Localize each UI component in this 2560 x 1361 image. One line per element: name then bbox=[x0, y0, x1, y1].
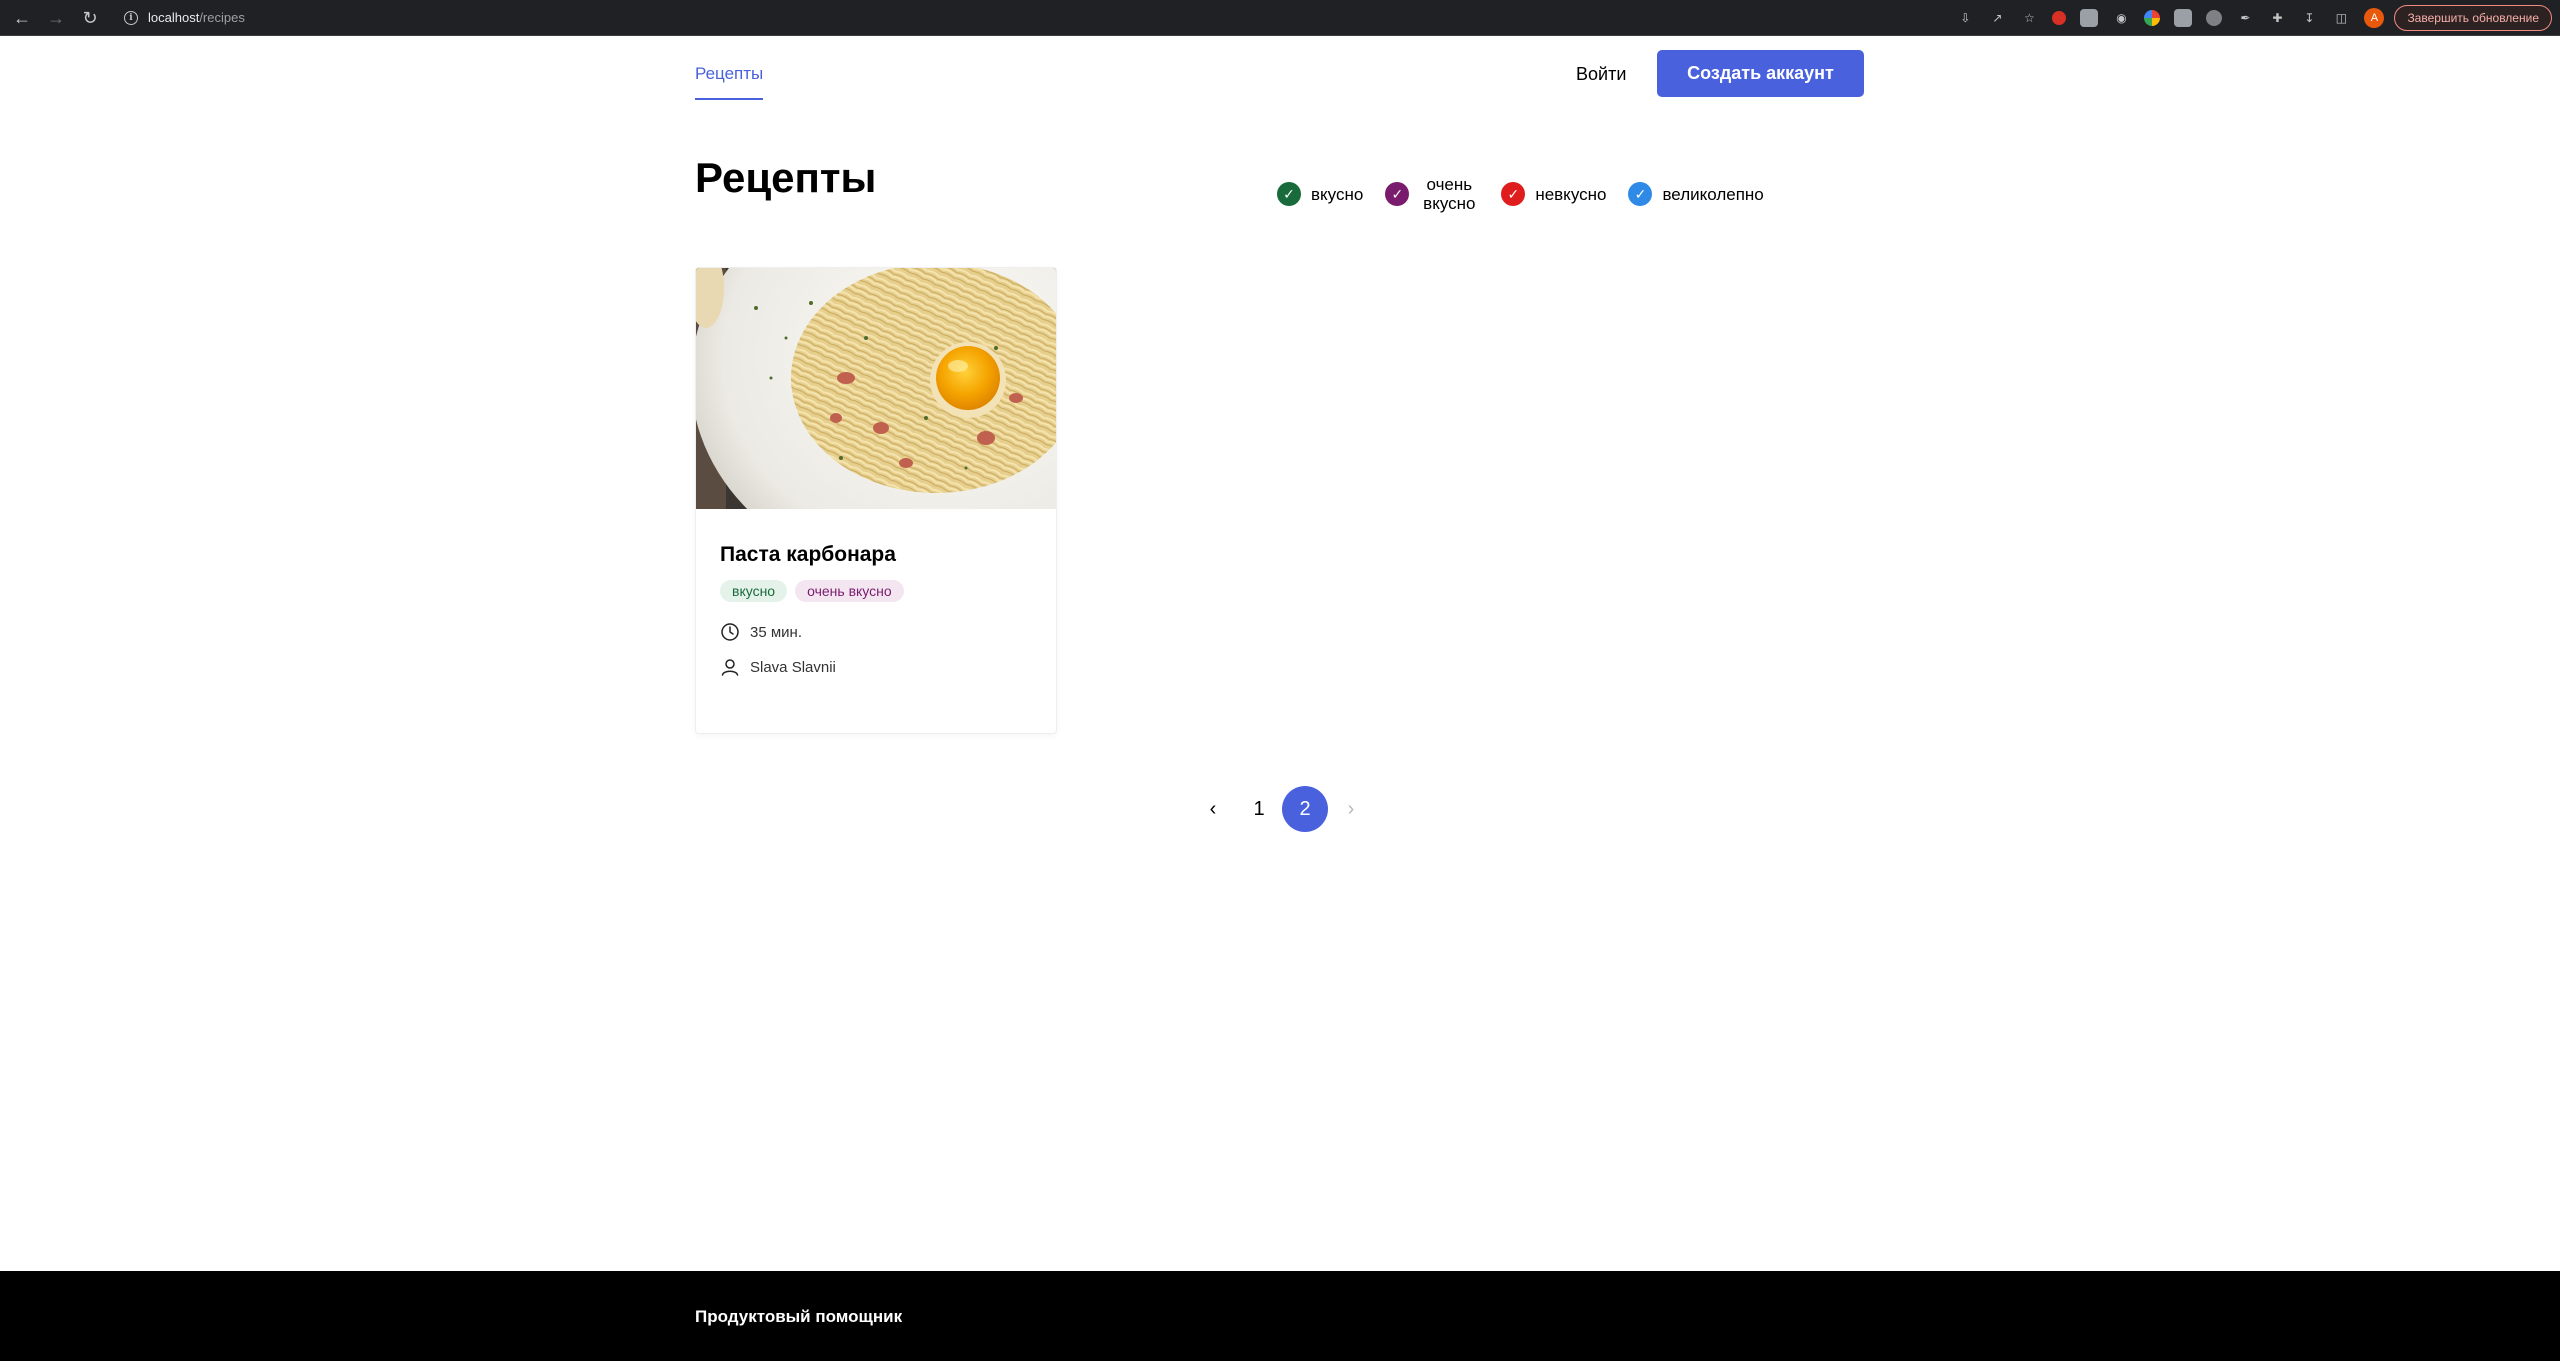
address-bar[interactable]: i localhost/recipes bbox=[114, 4, 1914, 32]
extension-red-icon[interactable] bbox=[2052, 11, 2067, 25]
tag-filters: ✓ вкусно ✓ очень вкусно ✓ невкусно ✓ вел… bbox=[1277, 172, 1786, 216]
extension-bot-icon[interactable] bbox=[2174, 9, 2193, 27]
recipe-image[interactable] bbox=[696, 268, 1056, 509]
footer-brand: Продуктовый помощник bbox=[695, 1307, 903, 1326]
tag-badge: очень вкусно bbox=[795, 580, 904, 602]
filter-very-tasty[interactable]: ✓ очень вкусно bbox=[1385, 175, 1479, 213]
pasta-photo bbox=[696, 268, 1056, 509]
recipe-time-value: 35 мин. bbox=[750, 623, 802, 641]
side-panel-icon[interactable]: ◫ bbox=[2332, 9, 2350, 27]
tag-badge: вкусно bbox=[720, 580, 788, 602]
nav-recipes-link[interactable]: Рецепты bbox=[695, 64, 764, 100]
check-icon[interactable]: ✓ bbox=[1385, 182, 1410, 206]
filter-label: вкусно bbox=[1311, 184, 1364, 204]
filter-label: невкусно bbox=[1535, 184, 1607, 204]
site-info-icon[interactable]: i bbox=[124, 10, 138, 25]
install-app-icon[interactable]: ⇩ bbox=[1956, 9, 1974, 27]
bookmark-star-icon[interactable]: ☆ bbox=[2020, 9, 2038, 27]
pagination: ‹ 1 2 › bbox=[1190, 786, 1374, 832]
url-host: localhost bbox=[148, 10, 200, 25]
browser-toolbar: ← → ↻ i localhost/recipes ⇩ ↗ ☆ ◉ ✒ ✚ ↧ … bbox=[0, 0, 2560, 36]
page-title: Рецепты bbox=[695, 154, 877, 201]
filter-tasty[interactable]: ✓ вкусно bbox=[1277, 182, 1363, 206]
back-arrow-icon[interactable]: ← bbox=[10, 6, 34, 30]
check-icon[interactable]: ✓ bbox=[1277, 182, 1301, 206]
prev-page-button[interactable]: ‹ bbox=[1190, 786, 1236, 832]
clock-icon bbox=[721, 623, 739, 641]
recipe-tags: вкусно очень вкусно bbox=[720, 580, 912, 602]
extension-globe-icon[interactable] bbox=[2206, 10, 2223, 26]
recipe-card[interactable]: Паста карбонара вкусно очень вкусно 35 м… bbox=[695, 267, 1057, 734]
browser-actions: ⇩ ↗ ☆ ◉ ✒ ✚ ↧ ◫ A Завершить обновление bbox=[1942, 0, 2552, 36]
page-1-button[interactable]: 1 bbox=[1236, 786, 1282, 832]
create-account-button[interactable]: Создать аккаунт bbox=[1657, 50, 1864, 97]
share-icon[interactable]: ↗ bbox=[1988, 9, 2006, 27]
footer: Продуктовый помощник bbox=[0, 1271, 2560, 1361]
next-page-button[interactable]: › bbox=[1328, 786, 1374, 832]
user-icon bbox=[721, 659, 739, 676]
downloads-icon[interactable]: ↧ bbox=[2300, 9, 2318, 27]
profile-avatar[interactable]: A bbox=[2364, 8, 2385, 28]
check-icon[interactable]: ✓ bbox=[1501, 182, 1526, 206]
extension-color-icon[interactable] bbox=[2144, 10, 2161, 26]
check-icon[interactable]: ✓ bbox=[1628, 182, 1653, 206]
extension-mask-icon[interactable]: ◉ bbox=[2112, 9, 2130, 27]
recipe-time: 35 мин. bbox=[720, 622, 802, 642]
extensions-puzzle-icon[interactable]: ✚ bbox=[2268, 9, 2286, 27]
finish-update-button[interactable]: Завершить обновление bbox=[2394, 5, 2552, 31]
extension-gray-icon[interactable] bbox=[2080, 9, 2099, 27]
extension-feather-icon[interactable]: ✒ bbox=[2236, 9, 2254, 27]
filter-not-tasty[interactable]: ✓ невкусно bbox=[1501, 182, 1606, 206]
filter-label: очень вкусно bbox=[1423, 175, 1476, 213]
recipe-author-name[interactable]: Slava Slavnii bbox=[750, 659, 836, 676]
page-2-button[interactable]: 2 bbox=[1282, 786, 1328, 832]
url-path: /recipes bbox=[199, 10, 245, 25]
reload-icon[interactable]: ↻ bbox=[78, 6, 102, 30]
login-link[interactable]: Войти bbox=[1576, 64, 1626, 85]
filter-label: великолепно bbox=[1662, 184, 1764, 204]
filter-great[interactable]: ✓ великолепно bbox=[1628, 182, 1764, 206]
forward-arrow-icon[interactable]: → bbox=[44, 6, 68, 30]
url-text[interactable]: localhost/recipes bbox=[148, 10, 245, 25]
recipe-title[interactable]: Паста карбонара bbox=[720, 543, 896, 567]
recipe-author: Slava Slavnii bbox=[720, 657, 836, 677]
